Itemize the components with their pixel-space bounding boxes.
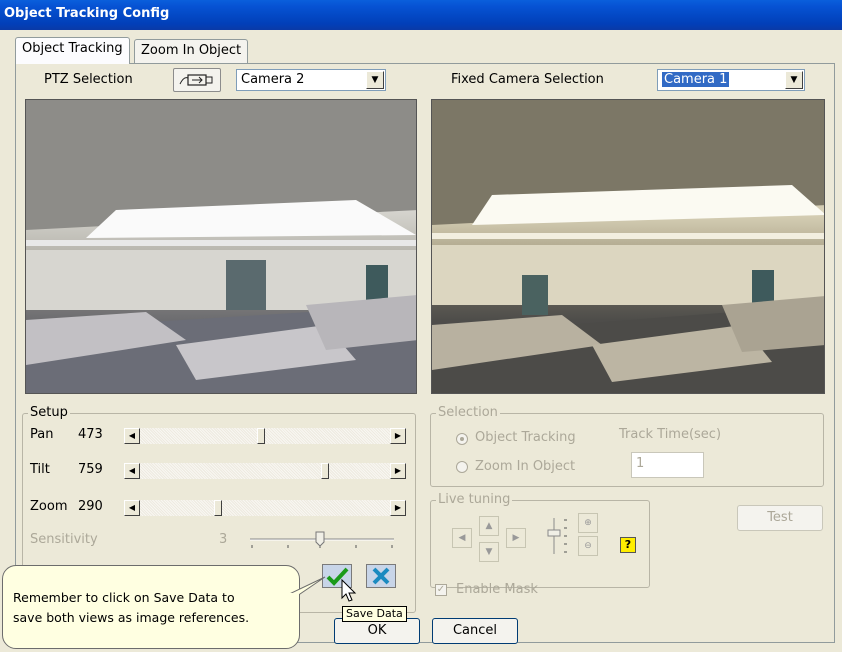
save-data-tooltip: Save Data	[342, 606, 407, 622]
scroll-right-icon[interactable]: ▶	[390, 428, 406, 444]
live-tuning-label: Live tuning	[436, 492, 513, 507]
fixed-camera-dropdown[interactable]: Camera 1 ▼	[657, 69, 805, 91]
ptz-camera-icon[interactable]	[173, 68, 221, 92]
zoom-out-icon[interactable]: ⊖	[578, 536, 598, 556]
dialog-client: Object Tracking Zoom In Object PTZ Selec…	[0, 30, 842, 652]
window-title: Object Tracking Config	[4, 6, 170, 21]
tilt-slider-thumb[interactable]	[321, 463, 329, 479]
tilt-value: 759	[78, 462, 103, 477]
zoom-value: 290	[78, 499, 103, 514]
tab-zoom-in-object[interactable]: Zoom In Object	[134, 39, 249, 63]
zoom-in-object-option: Zoom In Object	[475, 459, 576, 474]
zoom-tuning-slider[interactable]	[544, 516, 570, 556]
callout-balloon: Remember to click on Save Data to save b…	[2, 565, 300, 649]
blue-x-icon	[372, 567, 390, 585]
ptz-selection-label: PTZ Selection	[44, 72, 133, 87]
radio-object-tracking[interactable]	[456, 433, 468, 445]
window-titlebar: Object Tracking Config	[0, 0, 842, 30]
tilt-slider[interactable]: ◀ ▶	[124, 463, 406, 479]
ptz-camera-value: Camera 2	[241, 72, 305, 87]
callout-line-1: Remember to click on Save Data to	[13, 590, 235, 605]
tab-label: Object Tracking	[22, 41, 123, 56]
pan-value: 473	[78, 427, 103, 442]
cancel-button[interactable]: Cancel	[432, 618, 518, 644]
track-time-input[interactable]: 1	[631, 452, 704, 478]
scroll-left-icon[interactable]: ◀	[124, 463, 140, 479]
mouse-cursor-icon	[341, 578, 357, 602]
pan-slider-thumb[interactable]	[257, 428, 265, 444]
sensitivity-label: Sensitivity	[30, 532, 98, 547]
fixed-camera-value: Camera 1	[662, 72, 730, 87]
zoom-slider-thumb[interactable]	[214, 500, 222, 516]
callout-tail	[285, 576, 326, 597]
pan-slider[interactable]: ◀ ▶	[124, 428, 406, 444]
help-question-icon[interactable]: ?	[620, 537, 636, 553]
clear-button[interactable]	[366, 564, 396, 588]
object-tracking-option: Object Tracking	[475, 430, 576, 445]
test-button[interactable]: Test	[737, 505, 823, 531]
zoom-label: Zoom	[30, 499, 68, 514]
pan-label: Pan	[30, 427, 54, 442]
enable-mask-label: Enable Mask	[456, 582, 538, 597]
fixed-camera-view[interactable]	[431, 99, 825, 394]
chevron-down-icon[interactable]: ▼	[366, 71, 384, 89]
pan-left-icon[interactable]: ◀	[452, 528, 472, 548]
tilt-down-icon[interactable]: ▼	[479, 542, 499, 562]
scroll-right-icon[interactable]: ▶	[390, 463, 406, 479]
selection-group-label: Selection	[436, 405, 500, 420]
scroll-right-icon[interactable]: ▶	[390, 500, 406, 516]
zoom-in-icon[interactable]: ⊕	[578, 513, 598, 533]
zoom-slider[interactable]: ◀ ▶	[124, 500, 406, 516]
enable-mask-checkbox[interactable]: ✓	[435, 584, 447, 596]
ptz-camera-view[interactable]	[25, 99, 417, 394]
sensitivity-slider[interactable]	[248, 530, 396, 550]
fixed-camera-label: Fixed Camera Selection	[451, 72, 604, 87]
scroll-left-icon[interactable]: ◀	[124, 500, 140, 516]
tilt-up-icon[interactable]: ▲	[479, 516, 499, 536]
setup-group-label: Setup	[28, 405, 70, 420]
pan-right-icon[interactable]: ▶	[506, 528, 526, 548]
tab-panel: PTZ Selection Camera 2 ▼ Fixed Camera Se…	[15, 63, 835, 643]
track-time-label: Track Time(sec)	[619, 427, 722, 442]
sensitivity-value: 3	[219, 532, 228, 547]
radio-zoom-in-object[interactable]	[456, 461, 468, 473]
callout-line-2: save both views as image references.	[13, 610, 250, 625]
tab-object-tracking[interactable]: Object Tracking	[15, 37, 130, 64]
chevron-down-icon[interactable]: ▼	[785, 71, 803, 89]
scroll-left-icon[interactable]: ◀	[124, 428, 140, 444]
tilt-label: Tilt	[30, 462, 50, 477]
selection-group	[430, 413, 824, 487]
ptz-camera-dropdown[interactable]: Camera 2 ▼	[236, 69, 386, 91]
tab-label: Zoom In Object	[141, 43, 242, 58]
